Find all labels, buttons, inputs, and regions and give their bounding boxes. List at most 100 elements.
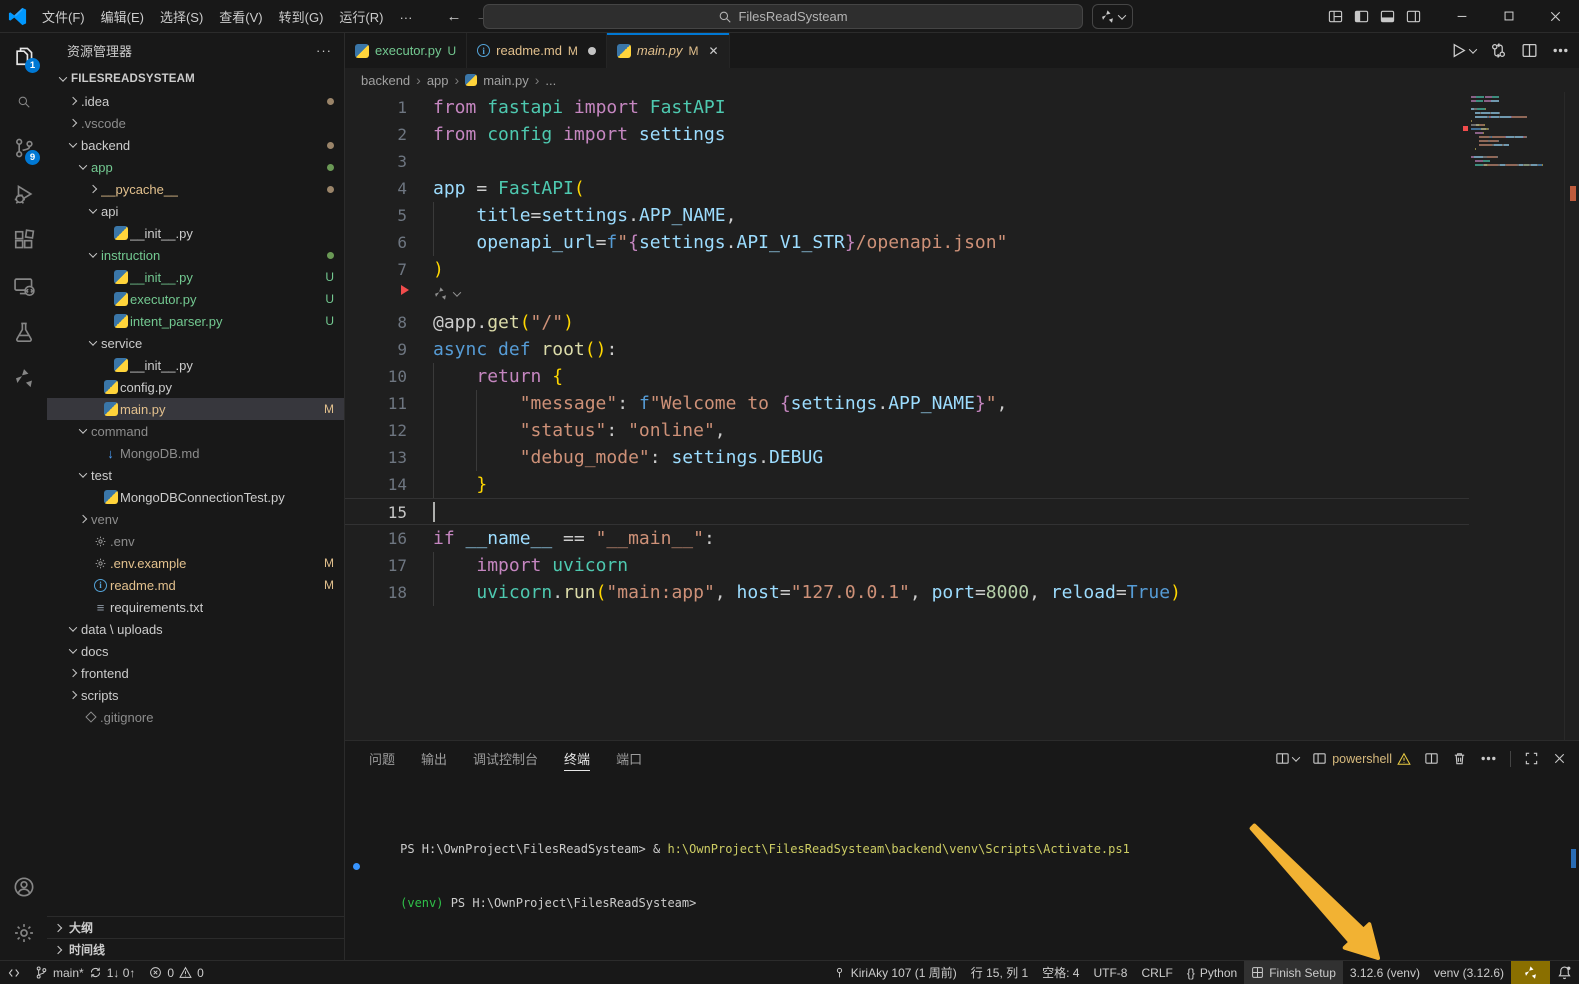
tree-item-test[interactable]: test [47,464,344,486]
tree-item-.idea[interactable]: .idea [47,90,344,112]
new-terminal-button[interactable] [1275,751,1299,766]
tab-executor.py[interactable]: executor.py U [345,33,467,68]
run-button[interactable] [1450,42,1476,59]
terminal-instance-powershell[interactable]: powershell [1312,751,1411,766]
code-line-3[interactable]: 3 [345,148,1469,175]
command-decoration-dot[interactable] [353,863,360,870]
tree-item-instruction[interactable]: instruction [47,244,344,266]
tree-item-__init__.py[interactable]: __init__.py U [47,266,344,288]
sidebar-section-时间线[interactable]: 时间线 [47,938,344,960]
close-icon[interactable]: ✕ [708,44,718,58]
tree-item-venv[interactable]: venv [47,508,344,530]
code-line-14[interactable]: 14 } [345,471,1469,498]
ai-hint-widget[interactable] [433,286,460,301]
tree-item-__pycache__[interactable]: __pycache__ [47,178,344,200]
code-line-10[interactable]: 10 return { [345,363,1469,390]
breadcrumb[interactable]: backend› app› main.py› ... [345,68,1579,92]
breadcrumb-item[interactable]: backend [361,73,410,88]
panel-tab-终端[interactable]: 终端 [564,741,590,776]
code-line-16[interactable]: 16 if __name__ == "__main__": [345,525,1469,552]
tree-item-backend[interactable]: backend [47,134,344,156]
layout-grid-icon[interactable] [1322,3,1348,29]
panel-tab-调试控制台[interactable]: 调试控制台 [473,741,538,776]
window-maximize-button[interactable] [1485,0,1532,32]
layout-panel-icon[interactable] [1374,3,1400,29]
terminal-output[interactable]: PS H:\OwnProject\FilesReadSysteam> & h:\… [345,776,1579,960]
tree-item-.vscode[interactable]: .vscode [47,112,344,134]
tree-item-MongoDB.md[interactable]: ↓ MongoDB.md [47,442,344,464]
tree-item-FILESREADSYSTEAM[interactable]: FILESREADSYSTEAM [47,68,344,90]
status-eol[interactable]: CRLF [1134,961,1179,984]
menu-1[interactable]: 编辑(E) [93,7,152,28]
code-line-15[interactable]: 15 [345,498,1469,525]
code-line-7[interactable]: 7 ) [345,256,1469,283]
panel-tab-端口[interactable]: 端口 [616,741,642,776]
activity-run-debug[interactable] [0,171,47,217]
menu-6[interactable]: ··· [391,7,420,28]
tree-item-command[interactable]: command [47,420,344,442]
code-line-17[interactable]: 17 import uvicorn [345,552,1469,579]
tree-item-app[interactable]: app [47,156,344,178]
sidebar-more-button[interactable]: ··· [316,43,332,58]
window-minimize-button[interactable] [1438,0,1485,32]
status-python-interpreter[interactable]: 3.12.6 (venv) [1343,961,1427,984]
activity-ai-extension[interactable] [0,355,47,401]
tree-item-config.py[interactable]: config.py [47,376,344,398]
layout-sidebar-right-icon[interactable] [1400,3,1426,29]
breadcrumb-item[interactable]: ... [545,73,556,88]
activity-account[interactable] [0,864,47,910]
tree-item-MongoDBConnectionTest.py[interactable]: MongoDBConnectionTest.py [47,486,344,508]
tree-item-main.py[interactable]: main.py M [47,398,344,420]
tree-item-.env.example[interactable]: .env.example M [47,552,344,574]
split-editor-button[interactable] [1521,42,1538,59]
panel-tab-问题[interactable]: 问题 [369,741,395,776]
code-line-4[interactable]: 4 app = FastAPI( [345,175,1469,202]
status-ai-status[interactable] [1511,961,1550,984]
tree-item-service[interactable]: service [47,332,344,354]
menu-5[interactable]: 运行(R) [331,7,391,28]
status-finish-setup[interactable]: Finish Setup [1244,961,1343,984]
status-encoding[interactable]: UTF-8 [1086,961,1134,984]
breadcrumb-item[interactable]: main.py [483,73,529,88]
layout-sidebar-left-icon[interactable] [1348,3,1374,29]
code-line-1[interactable]: 1 from fastapi import FastAPI [345,94,1469,121]
panel-tab-输出[interactable]: 输出 [421,741,447,776]
tree-item-scripts[interactable]: scripts [47,684,344,706]
status-notifications[interactable] [1550,961,1579,984]
code-line-12[interactable]: 12 "status": "online", [345,417,1469,444]
code-line-9[interactable]: 9 async def root(): [345,336,1469,363]
tree-item-frontend[interactable]: frontend [47,662,344,684]
status-language-mode[interactable]: {}Python [1180,961,1244,984]
code-line-5[interactable]: 5 title=settings.APP_NAME, [345,202,1469,229]
code-line-13[interactable]: 13 "debug_mode": settings.DEBUG [345,444,1469,471]
tree-item-.gitignore[interactable]: .gitignore [47,706,344,728]
more-actions-button[interactable] [1552,42,1569,59]
terminal-scrollbar[interactable] [1571,849,1576,868]
menu-3[interactable]: 查看(V) [211,7,270,28]
tree-item-data \ uploads[interactable]: data \ uploads [47,618,344,640]
more-actions-button[interactable] [1480,750,1497,767]
activity-settings[interactable] [0,910,47,956]
compare-changes-button[interactable] [1490,42,1507,59]
activity-testing[interactable] [0,309,47,355]
activity-remote-explorer[interactable] [0,263,47,309]
code-line-8[interactable]: 8 @app.get("/") [345,309,1469,336]
status-indentation[interactable]: 空格: 4 [1035,961,1086,984]
status-problems[interactable]: 00 [142,961,210,984]
status-remote-indicator[interactable] [0,961,28,984]
activity-extensions[interactable] [0,217,47,263]
status-venv-indicator[interactable]: venv (3.12.6) [1427,961,1511,984]
code-line-11[interactable]: 11 "message": f"Welcome to {settings.APP… [345,390,1469,417]
status-git-branch-status[interactable]: main*1↓ 0↑ [28,961,142,984]
status-blame-author[interactable]: KiriAky 107 (1 周前) [826,961,964,984]
code-line-18[interactable]: 18 uvicorn.run("main:app", host="127.0.0… [345,579,1469,606]
tree-item-.env[interactable]: .env [47,530,344,552]
tree-item-requirements.txt[interactable]: ≡ requirements.txt [47,596,344,618]
split-terminal-button[interactable] [1424,751,1439,766]
copilot-menu-button[interactable] [1092,4,1133,29]
tree-item-__init__.py[interactable]: __init__.py [47,222,344,244]
minimap[interactable] [1471,96,1563,168]
menu-4[interactable]: 转到(G) [271,7,332,28]
code-line-6[interactable]: 6 openapi_url=f"{settings.API_V1_STR}/op… [345,229,1469,256]
tree-item-api[interactable]: api [47,200,344,222]
